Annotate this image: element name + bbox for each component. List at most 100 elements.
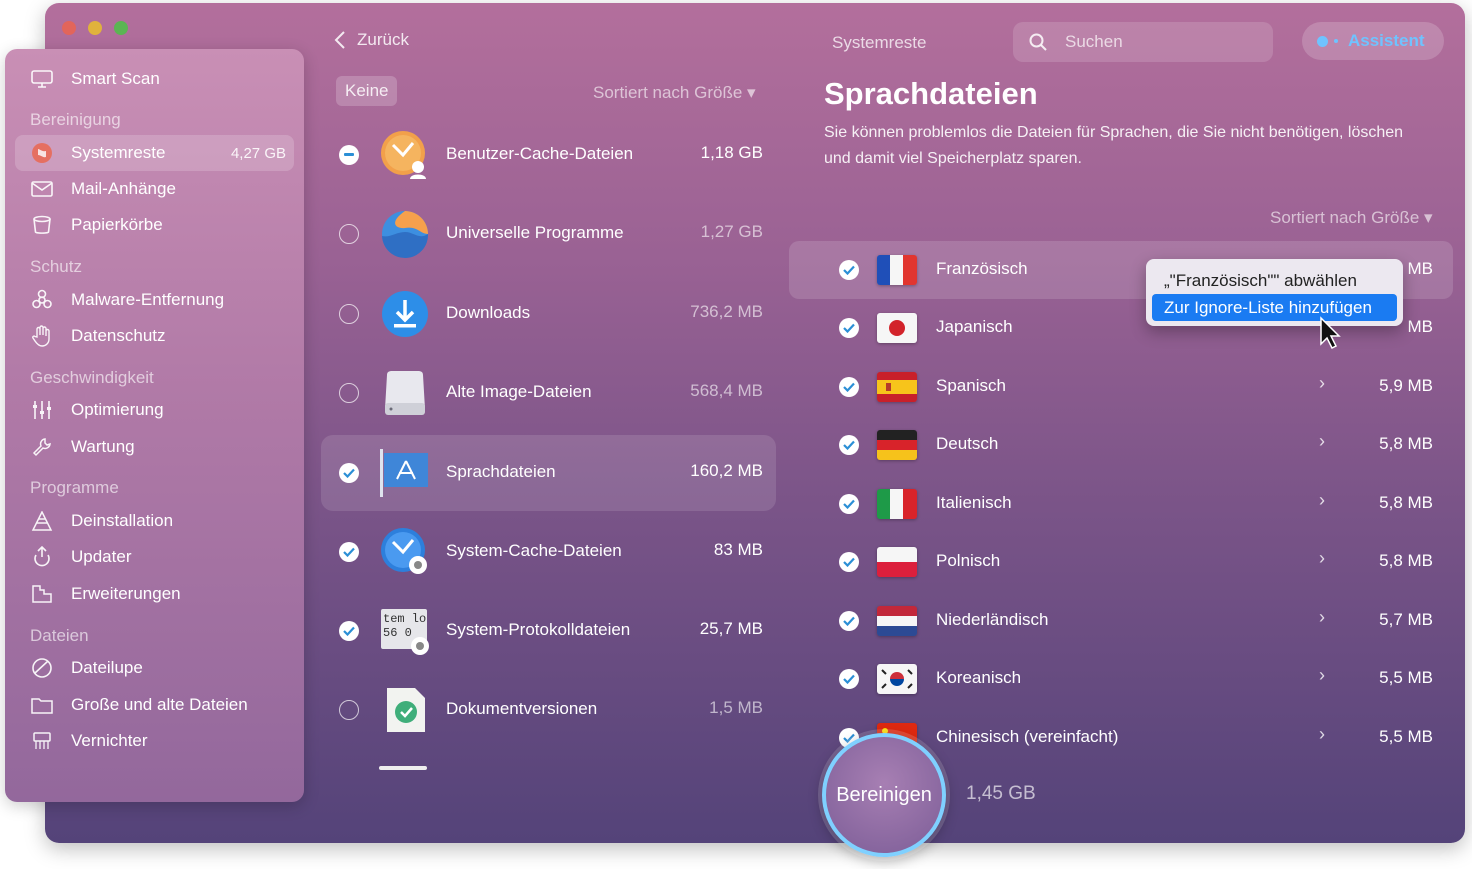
- language-name: Koreanisch: [936, 668, 1022, 687]
- menu-item-deselect[interactable]: „"Französisch"" abwählen: [1164, 271, 1357, 291]
- list-item-selected[interactable]: Sprachdateien 160,2 MB: [321, 435, 776, 511]
- list-item[interactable]: Dokumentversionen 1,5 MB: [321, 672, 776, 748]
- checkbox-checked[interactable]: [839, 552, 859, 572]
- language-row[interactable]: Spanisch › 5,9 MB: [789, 358, 1453, 416]
- list-item-name: Universelle Programme: [446, 223, 624, 242]
- sort-dropdown[interactable]: Sortiert nach Größe ▾: [593, 83, 756, 103]
- checkbox[interactable]: [339, 304, 359, 324]
- page-description: Sie können problemlos die Dateien für Sp…: [824, 124, 1404, 167]
- sidebar-item-papierkoerbe[interactable]: Papierkörbe: [15, 207, 294, 243]
- disk-image-icon: [379, 367, 431, 419]
- checkbox-checked[interactable]: [339, 621, 359, 641]
- list-item-size: 1,18 GB: [700, 143, 763, 162]
- sidebar-item-label: Updater: [71, 547, 132, 566]
- sidebar-item-wartung[interactable]: Wartung: [15, 429, 294, 465]
- mouse-cursor-icon: [1320, 316, 1341, 350]
- chevron-right-icon[interactable]: ›: [1319, 548, 1325, 569]
- document-versions-icon: [379, 684, 431, 736]
- sidebar-item-optimierung[interactable]: Optimierung: [15, 392, 294, 428]
- clean-button[interactable]: Bereinigen: [822, 733, 946, 857]
- select-none-button[interactable]: Keine: [336, 76, 398, 106]
- sidebar-item-erweiterungen[interactable]: Erweiterungen: [15, 576, 294, 612]
- list-item[interactable]: tem lo 56 0 System-Protokolldateien 25,7…: [321, 593, 776, 669]
- list-item-name: Benutzer-Cache-Dateien: [446, 144, 634, 163]
- sort-dropdown[interactable]: Sortiert nach Größe ▾: [1270, 208, 1433, 228]
- checkbox-checked[interactable]: [839, 611, 859, 631]
- language-size: 5,9 MB: [1379, 376, 1433, 395]
- checkbox-checked[interactable]: [839, 318, 859, 338]
- sidebar-item-label: Malware-Entfernung: [71, 290, 225, 309]
- flag-france-icon: [877, 255, 917, 285]
- sidebar-item-label: Wartung: [71, 437, 135, 456]
- checkbox-checked[interactable]: [839, 494, 859, 514]
- list-item[interactable]: Universelle Programme 1,27 GB: [321, 196, 776, 272]
- flag-poland-icon: [877, 547, 917, 577]
- space-lens-icon: [27, 657, 57, 679]
- language-row[interactable]: Deutsch › 5,8 MB: [789, 416, 1453, 474]
- sidebar-item-mail[interactable]: Mail-Anhänge: [15, 171, 294, 207]
- language-size: 5,8 MB: [1379, 551, 1433, 570]
- biohazard-icon: [27, 289, 57, 311]
- checkbox-checked[interactable]: [339, 542, 359, 562]
- sidebar-item-updater[interactable]: Updater: [15, 539, 294, 575]
- sliders-icon: [27, 400, 57, 420]
- language-name: Spanisch: [936, 376, 1006, 395]
- menu-item-add-to-ignore-list[interactable]: Zur Ignore-Liste hinzufügen: [1152, 294, 1397, 321]
- chevron-right-icon[interactable]: ›: [1319, 665, 1325, 686]
- universal-apps-icon: [379, 208, 431, 260]
- sidebar-item-malware[interactable]: Malware-Entfernung: [15, 282, 294, 318]
- language-name: Japanisch: [936, 317, 1013, 336]
- sidebar-item-datenschutz[interactable]: Datenschutz: [15, 318, 294, 354]
- language-name: Niederländisch: [936, 610, 1049, 629]
- sidebar-item-label: Smart Scan: [71, 69, 160, 88]
- language-row[interactable]: Italienisch › 5,8 MB: [789, 475, 1453, 533]
- log-icon-line-1: tem lo: [383, 612, 426, 626]
- chevron-right-icon[interactable]: ›: [1319, 373, 1325, 394]
- checkbox-checked[interactable]: [839, 435, 859, 455]
- chevron-right-icon[interactable]: ›: [1319, 724, 1325, 745]
- updater-icon: [27, 546, 57, 568]
- checkbox-checked[interactable]: [339, 463, 359, 483]
- chevron-right-icon[interactable]: ›: [1319, 431, 1325, 452]
- checkbox[interactable]: [339, 700, 359, 720]
- language-row[interactable]: Polnisch › 5,8 MB: [789, 533, 1453, 591]
- language-size: 5,5 MB: [1379, 668, 1433, 687]
- sidebar-item-systemreste[interactable]: Systemreste 4,27 GB: [15, 135, 294, 171]
- sidebar-item-grosse-dateien[interactable]: Große und alte Dateien: [15, 687, 294, 723]
- sidebar-item-label: Mail-Anhänge: [71, 179, 176, 198]
- checkbox-checked[interactable]: [839, 377, 859, 397]
- sidebar: Smart Scan Bereinigung Systemreste 4,27 …: [5, 49, 304, 802]
- chevron-right-icon[interactable]: ›: [1319, 490, 1325, 511]
- checkbox[interactable]: [339, 383, 359, 403]
- zoom-window-button[interactable]: [114, 21, 128, 35]
- language-row[interactable]: Niederländisch › 5,7 MB: [789, 592, 1453, 650]
- checkbox-checked[interactable]: [839, 260, 859, 280]
- list-item[interactable]: Alte Image-Dateien 568,4 MB: [321, 355, 776, 431]
- list-item-size: 1,27 GB: [700, 222, 763, 241]
- language-size: 5,8 MB: [1379, 493, 1433, 512]
- minimize-window-button[interactable]: [88, 21, 102, 35]
- sidebar-item-deinstallation[interactable]: Deinstallation: [15, 503, 294, 539]
- partial-checkbox[interactable]: [339, 145, 359, 165]
- back-button[interactable]: Zurück: [333, 30, 409, 50]
- chevron-right-icon[interactable]: ›: [1319, 607, 1325, 628]
- sidebar-item-dateilupe[interactable]: Dateilupe: [15, 650, 294, 686]
- language-name: Italienisch: [936, 493, 1012, 512]
- language-row[interactable]: Koreanisch › 5,5 MB: [789, 650, 1453, 708]
- assistant-button[interactable]: Assistent: [1302, 22, 1444, 60]
- list-item[interactable]: Downloads 736,2 MB: [321, 276, 776, 352]
- checkbox-checked[interactable]: [839, 669, 859, 689]
- sidebar-section-title: Schutz: [30, 257, 82, 276]
- close-window-button[interactable]: [62, 21, 76, 35]
- log-files-icon: tem lo 56 0: [379, 605, 431, 657]
- list-item-name: System-Protokolldateien: [446, 620, 631, 639]
- checkbox[interactable]: [339, 224, 359, 244]
- sidebar-item-smart-scan[interactable]: Smart Scan: [15, 61, 294, 97]
- sidebar-item-label: Optimierung: [71, 400, 164, 419]
- hand-icon: [27, 325, 57, 347]
- sidebar-item-vernichter[interactable]: Vernichter: [15, 723, 294, 759]
- list-item[interactable]: Benutzer-Cache-Dateien 1,18 GB: [321, 117, 776, 193]
- search-placeholder: Suchen: [1065, 32, 1123, 51]
- list-item[interactable]: System-Cache-Dateien 83 MB: [321, 514, 776, 590]
- search-input[interactable]: Suchen: [1013, 22, 1273, 62]
